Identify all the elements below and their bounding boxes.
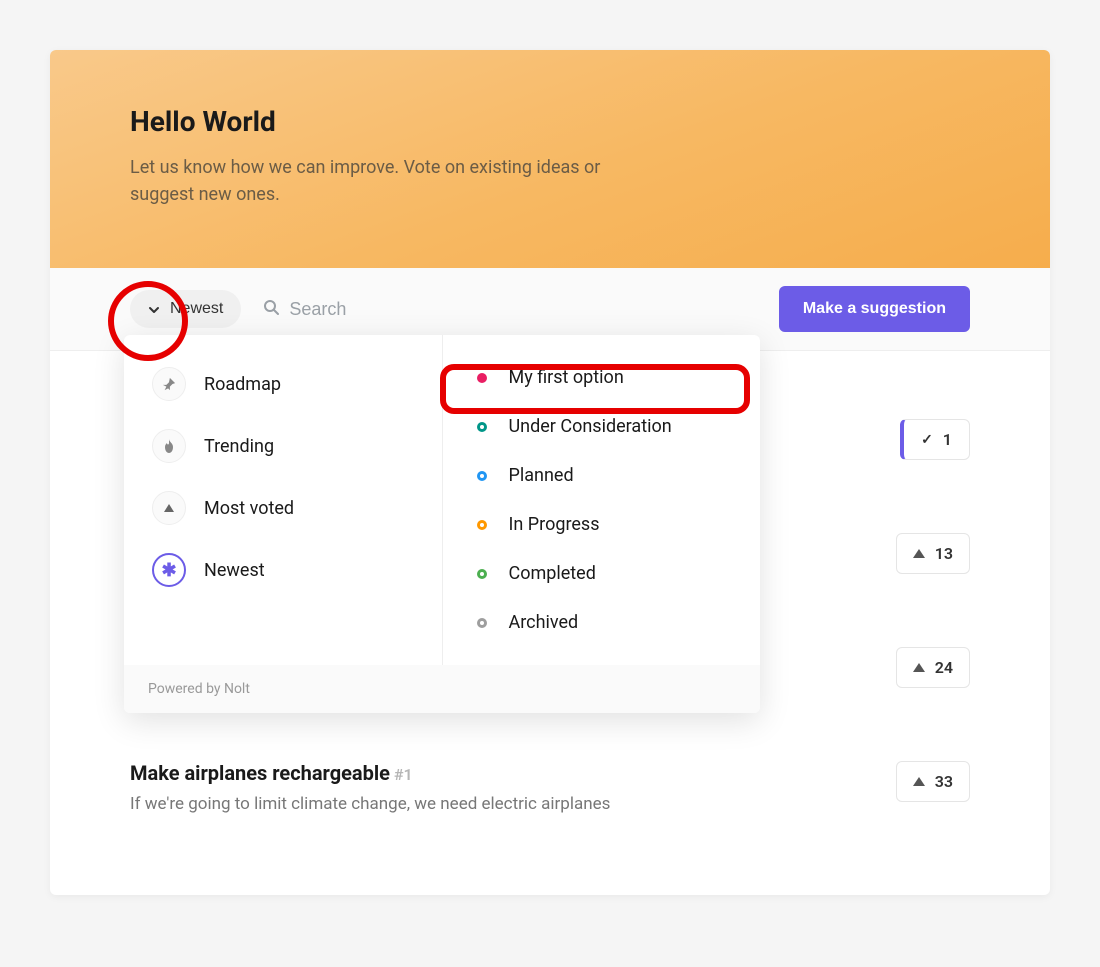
feedback-board-card: Hello World Let us know how we can impro… [50, 50, 1050, 895]
status-options-column: My first option Under Consideration Plan… [443, 335, 761, 665]
status-option-label: Completed [509, 563, 596, 584]
sort-option-label: Trending [204, 436, 274, 457]
sort-option-roadmap[interactable]: Roadmap [124, 353, 442, 415]
triangle-up-icon [913, 777, 925, 786]
dropdown-footer[interactable]: Powered by Nolt [124, 665, 760, 713]
status-option-label: Under Consideration [509, 416, 672, 437]
vote-count: 13 [935, 544, 953, 563]
status-option-label: Archived [509, 612, 579, 633]
status-option-archived[interactable]: Archived [443, 598, 761, 647]
status-ring-icon [477, 520, 487, 530]
suggestion-id: #1 [394, 765, 413, 784]
status-ring-icon [477, 422, 487, 432]
hero-section: Hello World Let us know how we can impro… [50, 50, 1050, 268]
make-suggestion-button[interactable]: Make a suggestion [779, 286, 970, 332]
sort-dropdown-panel: Roadmap Trending Most voted [124, 335, 760, 713]
vote-count: 33 [935, 772, 953, 791]
status-option-label: In Progress [509, 514, 600, 535]
check-icon: ✓ [921, 432, 933, 448]
sort-label: Newest [170, 300, 223, 318]
sort-option-most-voted[interactable]: Most voted [124, 477, 442, 539]
thumbtack-icon [152, 367, 186, 401]
sort-options-column: Roadmap Trending Most voted [124, 335, 443, 665]
sort-option-label: Roadmap [204, 374, 281, 395]
board-title: Hello World [130, 105, 970, 138]
sort-option-label: Most voted [204, 498, 294, 519]
triangle-up-icon [152, 491, 186, 525]
sort-option-trending[interactable]: Trending [124, 415, 442, 477]
suggestion-item[interactable]: Make airplanes rechargeable #1 If we're … [130, 733, 970, 845]
status-ring-icon [477, 471, 487, 481]
status-option-label: Planned [509, 465, 574, 486]
status-option-label: My first option [509, 367, 624, 388]
flame-icon [152, 429, 186, 463]
vote-button[interactable]: 13 [896, 533, 970, 574]
vote-button[interactable]: 24 [896, 647, 970, 688]
sort-option-newest[interactable]: ✱ Newest [124, 539, 442, 601]
triangle-up-icon [913, 663, 925, 672]
status-option-planned[interactable]: Planned [443, 451, 761, 500]
content-area: Roadmap Trending Most voted [50, 351, 1050, 895]
board-subtitle: Let us know how we can improve. Vote on … [130, 154, 630, 208]
asterisk-icon: ✱ [152, 553, 186, 587]
status-option-under-consideration[interactable]: Under Consideration [443, 402, 761, 451]
vote-count: 1 [943, 430, 952, 449]
search-input[interactable] [289, 299, 489, 320]
status-option-completed[interactable]: Completed [443, 549, 761, 598]
suggestion-description: If we're going to limit climate change, … [130, 793, 872, 817]
status-ring-icon [477, 618, 487, 628]
suggestion-title: Make airplanes rechargeable [130, 761, 390, 785]
status-ring-icon [477, 569, 487, 579]
vote-count: 24 [935, 658, 953, 677]
search-wrap [257, 299, 762, 320]
status-option-my-first-option[interactable]: My first option [443, 353, 761, 402]
status-option-in-progress[interactable]: In Progress [443, 500, 761, 549]
search-icon [263, 299, 279, 319]
triangle-up-icon [913, 549, 925, 558]
status-dot-icon [477, 373, 487, 383]
vote-button[interactable]: ✓ 1 [900, 419, 970, 460]
sort-option-label: Newest [204, 560, 265, 581]
vote-button[interactable]: 33 [896, 761, 970, 802]
chevron-down-icon [148, 303, 160, 315]
sort-dropdown-toggle[interactable]: Newest [130, 290, 241, 328]
